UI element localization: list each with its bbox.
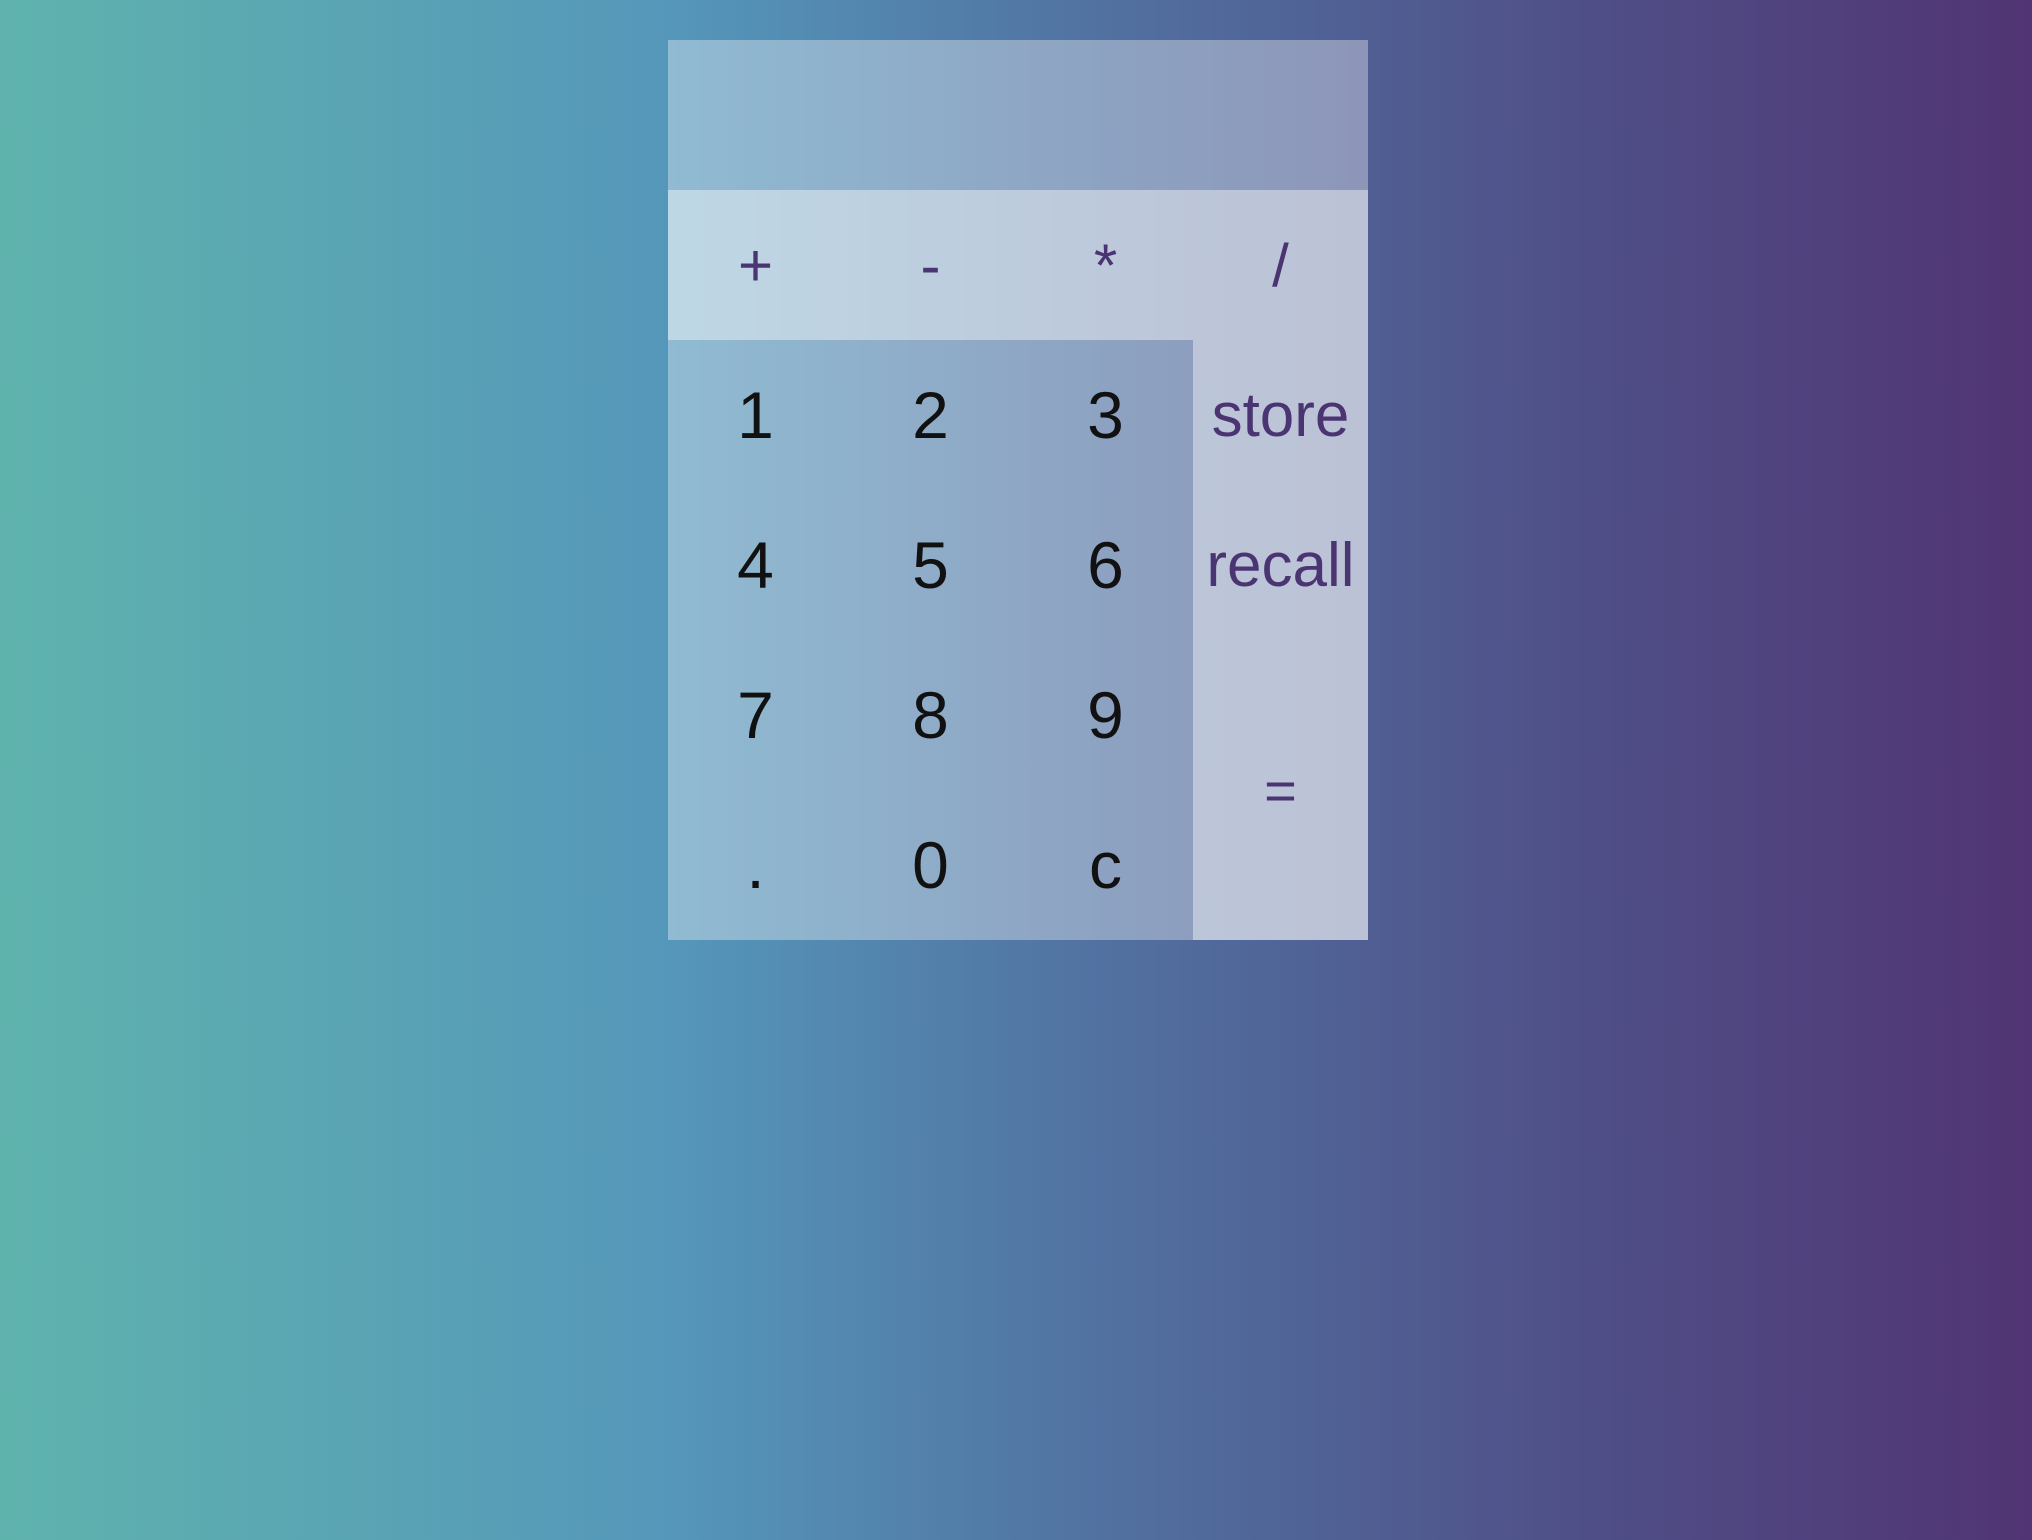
equals-button[interactable]: = [1193,640,1368,940]
digit-2-button[interactable]: 2 [843,340,1018,490]
multiply-button[interactable]: * [1018,190,1193,340]
recall-button[interactable]: recall [1193,490,1368,640]
digit-5-button[interactable]: 5 [843,490,1018,640]
digit-1-button[interactable]: 1 [668,340,843,490]
digit-6-button[interactable]: 6 [1018,490,1193,640]
digit-3-button[interactable]: 3 [1018,340,1193,490]
plus-button[interactable]: + [668,190,843,340]
minus-button[interactable]: - [843,190,1018,340]
digit-4-button[interactable]: 4 [668,490,843,640]
digit-7-button[interactable]: 7 [668,640,843,790]
digit-0-button[interactable]: 0 [843,790,1018,940]
decimal-point-button[interactable]: . [668,790,843,940]
calculator-display [668,40,1368,190]
operator-row: + - * / [668,190,1368,340]
digit-9-button[interactable]: 9 [1018,640,1193,790]
calculator: + - * / 1 2 3 4 5 6 7 8 9 . 0 c store re… [668,40,1368,940]
side-panel: store recall = [1193,340,1368,940]
divide-button[interactable]: / [1193,190,1368,340]
clear-button[interactable]: c [1018,790,1193,940]
number-pad: 1 2 3 4 5 6 7 8 9 . 0 c [668,340,1193,940]
store-button[interactable]: store [1193,340,1368,490]
digit-8-button[interactable]: 8 [843,640,1018,790]
